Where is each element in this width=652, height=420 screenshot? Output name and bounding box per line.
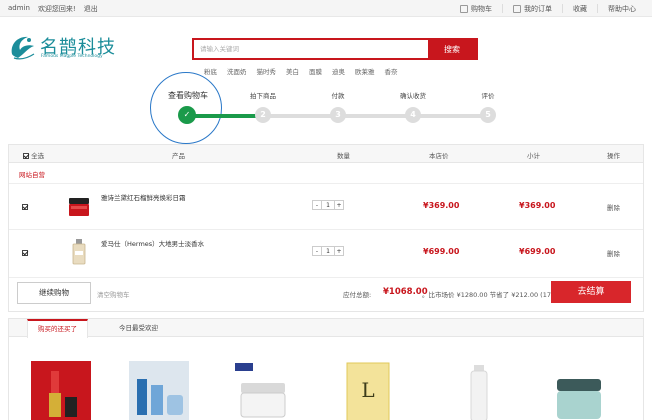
reco-product-image[interactable]: [449, 361, 509, 420]
item-checkbox[interactable]: [22, 250, 28, 256]
logout-link[interactable]: 退出: [84, 4, 98, 14]
subtotal: ¥369.00: [519, 201, 556, 210]
clear-cart-link[interactable]: 清空购物车: [97, 289, 130, 299]
tab-popular-today[interactable]: 今日最受欢迎: [109, 319, 168, 337]
product-thumbnail[interactable]: [63, 236, 95, 268]
cart-header: 全选 产品 数量 本店价 小计 操作: [9, 145, 643, 163]
search-input[interactable]: [194, 40, 428, 58]
cart-row: 爱马仕（Hermes）大地男士淡香水 - 1 + ¥699.00 ¥699.00…: [9, 229, 643, 273]
progress-track-done: [188, 114, 258, 118]
total-label: 应付总额:: [343, 291, 372, 299]
logo-text-en: Famous Magpie Technology: [41, 54, 103, 59]
welcome-text: 欢迎您回来!: [37, 5, 76, 13]
reco-tabs: 购买的还买了 今日最受欢迎: [9, 319, 643, 338]
username[interactable]: admin: [8, 4, 30, 14]
cart-table: 全选 产品 数量 本店价 小计 操作 网站自营 雅诗兰黛红石榴鲜亮焕彩日霜 - …: [8, 144, 644, 312]
step-view-cart: 查看购物车 ✓: [158, 90, 218, 124]
favorites-link[interactable]: 收藏: [562, 4, 597, 13]
product-name[interactable]: 爱马仕（Hermes）大地男士淡香水: [101, 238, 204, 248]
subtotal: ¥699.00: [519, 247, 556, 256]
checkout-button[interactable]: 去结算: [551, 281, 631, 303]
hot-keywords: 粉底 洗面奶 猫时秀 美白 面膜 迪奥 欧莱雅 香奈: [204, 66, 398, 76]
savings-text: 。比市场价 ¥1280.00 节省了 ¥212.00 (17%): [422, 291, 560, 299]
delete-link[interactable]: 删除: [607, 248, 620, 258]
cart-row: 雅诗兰黛红石榴鲜亮焕彩日霜 - 1 + ¥369.00 ¥369.00 删除: [9, 183, 643, 227]
shop-name: 网站自营: [19, 171, 45, 179]
checkout-progress: 查看购物车 ✓ 拍下商品 2 付款 3 确认收货 4 评价 5: [160, 90, 520, 130]
site-logo[interactable]: 名鹊科技 Famous Magpie Technology: [8, 32, 118, 62]
hotword-link[interactable]: 香奈: [385, 66, 398, 76]
recommendations: 购买的还买了 今日最受欢迎 L: [8, 318, 644, 420]
hotword-link[interactable]: 洗面奶: [227, 66, 247, 76]
col-action: 操作: [607, 152, 620, 160]
unit-price: ¥369.00: [423, 201, 460, 210]
reco-product-image[interactable]: [31, 361, 91, 420]
reco-product-image[interactable]: L: [341, 361, 401, 420]
hotword-link[interactable]: 面膜: [309, 66, 322, 76]
svg-text:L: L: [361, 378, 374, 402]
check-icon: ✓: [178, 106, 196, 124]
search-button[interactable]: 搜索: [428, 40, 476, 58]
delete-link[interactable]: 删除: [607, 202, 620, 212]
total-value: ¥1068.00: [383, 287, 428, 297]
qty-value[interactable]: 1: [321, 246, 335, 256]
unit-price: ¥699.00: [423, 247, 460, 256]
tab-also-bought[interactable]: 购买的还买了: [27, 319, 88, 338]
cart-icon: [460, 4, 468, 13]
continue-shopping-button[interactable]: 继续购物: [17, 282, 91, 304]
quantity-stepper: - 1 +: [312, 246, 344, 256]
top-bar: admin 欢迎您回来! 退出 购物车 我的订单 收藏 帮助中心: [0, 0, 652, 17]
item-checkbox[interactable]: [22, 204, 28, 210]
cart-footer: 继续购物 清空购物车 应付总额: ¥1068.00 。比市场价 ¥1280.00…: [9, 277, 643, 311]
step-review: 评价 5: [458, 90, 518, 123]
qty-plus-button[interactable]: +: [334, 246, 344, 256]
hotword-link[interactable]: 迪奥: [332, 66, 345, 76]
hotword-link[interactable]: 猫时秀: [257, 66, 277, 76]
hotword-link[interactable]: 粉底: [204, 66, 217, 76]
product-name[interactable]: 雅诗兰黛红石榴鲜亮焕彩日霜: [101, 192, 186, 202]
cart-link[interactable]: 购物车: [450, 4, 502, 13]
step-pay: 付款 3: [308, 90, 368, 123]
hotword-link[interactable]: 美白: [286, 66, 299, 76]
col-subtotal: 小计: [527, 152, 540, 160]
reco-product-image[interactable]: [233, 361, 293, 420]
select-all[interactable]: 全选: [23, 150, 44, 160]
search-bar: 搜索: [192, 38, 478, 60]
quantity-stepper: - 1 +: [312, 200, 344, 210]
col-product: 产品: [172, 152, 185, 160]
reco-product-image[interactable]: [549, 361, 609, 420]
step-place-order: 拍下商品 2: [233, 90, 293, 123]
select-all-checkbox[interactable]: [23, 153, 29, 159]
magpie-logo-icon: [11, 36, 35, 60]
my-orders-link[interactable]: 我的订单: [502, 4, 562, 13]
col-quantity: 数量: [337, 152, 350, 160]
col-unit-price: 本店价: [429, 152, 449, 160]
qty-plus-button[interactable]: +: [334, 200, 344, 210]
help-center-link[interactable]: 帮助中心: [597, 4, 646, 13]
hotword-link[interactable]: 欧莱雅: [355, 66, 375, 76]
order-icon: [513, 4, 521, 13]
qty-value[interactable]: 1: [321, 200, 335, 210]
product-thumbnail[interactable]: [63, 190, 95, 222]
reco-product-image[interactable]: [129, 361, 189, 420]
step-confirm-receipt: 确认收货 4: [383, 90, 443, 123]
